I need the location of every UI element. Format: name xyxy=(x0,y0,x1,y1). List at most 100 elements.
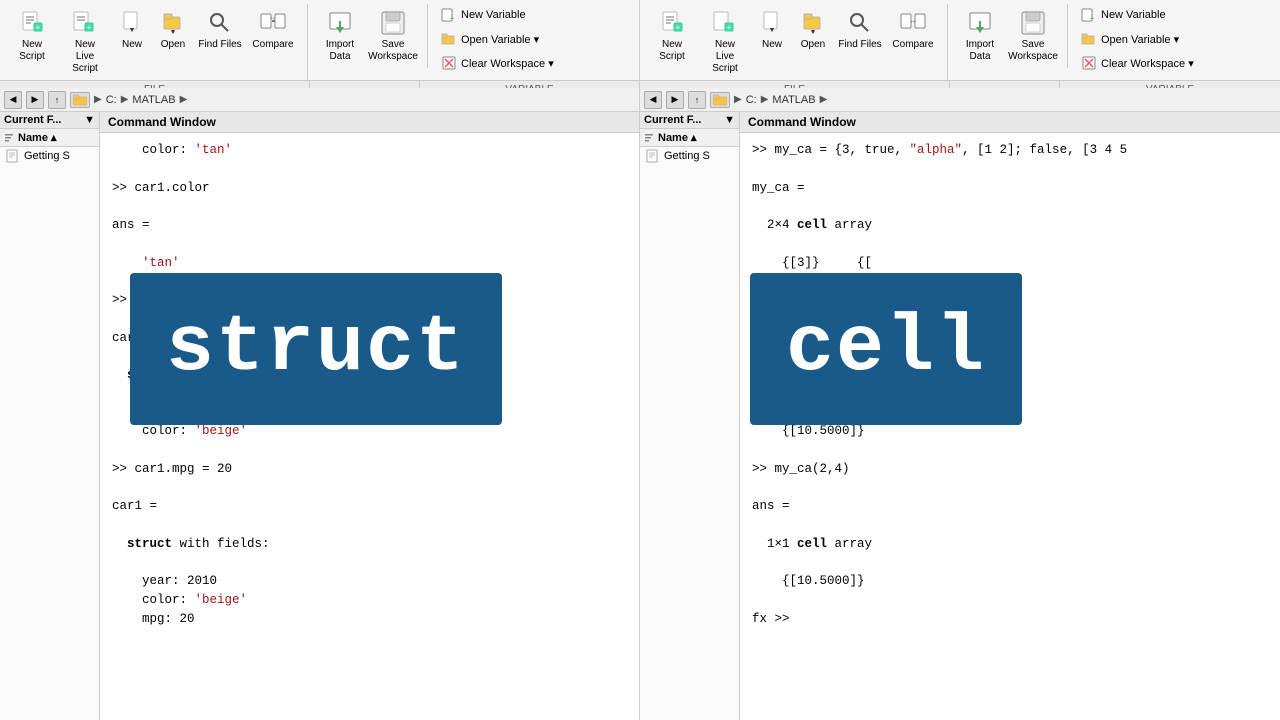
import-icon xyxy=(326,9,354,37)
new-live-script-button[interactable]: + NewLive Script xyxy=(59,4,111,80)
name-col-right: Name ▴ xyxy=(658,131,697,144)
variable-group-left: + New Variable Open Variable ▾ xyxy=(434,4,569,74)
cmd-line-r xyxy=(752,554,1268,573)
left-pane-top: Current F... ▼ Name ▴ Getting S xyxy=(0,112,639,720)
open-variable-button-r[interactable]: Open Variable ▾ xyxy=(1074,28,1201,50)
import-icon-r xyxy=(966,9,994,37)
right-sidebar-item-gettings[interactable]: Getting S xyxy=(640,147,739,165)
variable-stack-left: + New Variable Open Variable ▾ xyxy=(434,4,561,74)
clear-workspace-label: Clear Workspace ▾ xyxy=(461,57,554,70)
file-icon-left xyxy=(6,149,20,163)
open-button-r[interactable]: ▼ Open xyxy=(793,4,833,64)
name-col-left: Name ▴ xyxy=(18,131,57,144)
getting-started-right: Getting S xyxy=(664,150,710,162)
open-variable-label: Open Variable ▾ xyxy=(461,33,539,46)
open-variable-icon xyxy=(441,31,457,47)
left-cmd-header: Command Window xyxy=(100,112,639,133)
up-button-left[interactable]: ↑ xyxy=(48,91,66,109)
svg-text:↔: ↔ xyxy=(909,16,917,25)
sort-icon-right xyxy=(644,132,656,144)
left-cmd-content[interactable]: color: 'tan' >> car1.color ans = 'tan' >… xyxy=(100,133,639,720)
import-data-button-r[interactable]: ImportData xyxy=(954,4,1006,68)
cmd-line-r: 2×4 cell array xyxy=(752,216,1268,235)
new-live-script-button-r[interactable]: + NewLive Script xyxy=(699,4,751,80)
save-workspace-button[interactable]: Save Workspace xyxy=(367,4,419,68)
new-script-label: New Script xyxy=(9,39,55,63)
forward-button-left[interactable]: ▶ xyxy=(26,91,44,109)
open-variable-button[interactable]: Open Variable ▾ xyxy=(434,28,561,50)
cmd-line-r xyxy=(752,235,1268,254)
find-files-button[interactable]: Find Files xyxy=(194,4,246,64)
svg-text:+: + xyxy=(450,14,455,23)
back-button-left[interactable]: ◀ xyxy=(4,91,22,109)
left-sidebar-item-gettings[interactable]: Getting S xyxy=(0,147,99,165)
current-folder-title-left: Current F... xyxy=(4,114,61,126)
new-script-icon: + xyxy=(18,9,46,37)
new-variable-button[interactable]: + New Variable xyxy=(434,4,561,26)
right-sidebar-header: Current F... ▼ xyxy=(640,112,739,129)
right-command-window: Command Window >> my_ca = {3, true, "alp… xyxy=(740,112,1280,720)
main-area: Current F... ▼ Name ▴ Getting S xyxy=(0,112,1280,720)
clear-workspace-icon-r xyxy=(1081,55,1097,71)
right-sidebar: Current F... ▼ Name ▴ Getting S xyxy=(640,112,740,720)
path-arrow-left1: ▶ xyxy=(121,94,129,105)
cmd-line-r: {[10.5000]} xyxy=(752,422,1268,441)
new-button[interactable]: ▼ New xyxy=(112,4,152,64)
cmd-line-r xyxy=(752,441,1268,460)
compare-button-r[interactable]: ↔ Compare xyxy=(887,4,939,64)
variable-stack-right: + New Variable Open Variable ▾ xyxy=(1074,4,1201,74)
new-icon: ▼ xyxy=(118,9,146,37)
right-cmd-content[interactable]: >> my_ca = {3, true, "alpha", [1 2]; fal… xyxy=(740,133,1280,720)
cmd-line-r xyxy=(752,291,1268,310)
cmd-line-r: 1×1 cell array xyxy=(752,385,1268,404)
file-group-right: + NewScript + NewLive Script xyxy=(646,4,948,80)
file-icon-right xyxy=(646,149,660,163)
cmd-line: color: 'beige' xyxy=(112,422,627,441)
cmd-line: mpg: 20 xyxy=(112,610,627,629)
cmd-line-r xyxy=(752,404,1268,423)
clear-workspace-button-r[interactable]: Clear Workspace ▾ xyxy=(1074,52,1201,74)
svg-text:+: + xyxy=(676,23,681,32)
compare-button[interactable]: ↔ Compare xyxy=(247,4,299,64)
save-workspace-label: Save Workspace xyxy=(368,39,418,63)
sidebar-collapse-icon-left[interactable]: ▼ xyxy=(84,114,95,126)
cmd-line-r xyxy=(752,197,1268,216)
cmd-line xyxy=(112,197,627,216)
new-script-button[interactable]: + New Script xyxy=(6,4,58,68)
save-workspace-label-r: Save Workspace xyxy=(1008,39,1058,63)
cmd-line: struct with fields: xyxy=(112,535,627,554)
import-data-label-r: ImportData xyxy=(966,39,994,63)
open-button[interactable]: ▼ Open xyxy=(153,4,193,64)
new-button-r[interactable]: ▼ New xyxy=(752,4,792,64)
address-left: ◀ ▶ ↑ ▶ C: ▶ MATLAB ▶ xyxy=(0,88,640,111)
new-variable-button-r[interactable]: + New Variable xyxy=(1074,4,1201,26)
find-files-button-r[interactable]: Find Files xyxy=(834,4,886,64)
back-button-right[interactable]: ◀ xyxy=(644,91,662,109)
new-script-icon-r: + xyxy=(658,9,686,37)
save-workspace-button-r[interactable]: Save Workspace xyxy=(1007,4,1059,68)
cmd-line-r xyxy=(752,329,1268,348)
up-button-right[interactable]: ↑ xyxy=(688,91,706,109)
import-save-group-left: ImportData Save Workspace xyxy=(314,4,428,68)
new-icon-r: ▼ xyxy=(758,9,786,37)
import-data-button[interactable]: ImportData xyxy=(314,4,366,68)
cmd-line: 'tan' xyxy=(112,254,627,273)
right-pane: Current F... ▼ Name ▴ Getting S xyxy=(640,112,1280,720)
new-live-script-label: NewLive Script xyxy=(62,39,108,75)
cmd-line-r xyxy=(752,591,1268,610)
new-script-button-r[interactable]: + NewScript xyxy=(646,4,698,68)
clear-workspace-button[interactable]: Clear Workspace ▾ xyxy=(434,52,561,74)
toolbar-left-buttons: + New Script + xyxy=(0,0,639,80)
forward-button-right[interactable]: ▶ xyxy=(666,91,684,109)
sort-icon-left xyxy=(4,132,16,144)
cmd-line-r xyxy=(752,479,1268,498)
clear-workspace-icon xyxy=(441,55,457,71)
svg-text:▼: ▼ xyxy=(129,27,136,34)
svg-text:↔: ↔ xyxy=(270,15,276,21)
cmd-line xyxy=(112,479,627,498)
cmd-line-r: >> my_ca(8) xyxy=(752,310,1268,329)
open-label: Open xyxy=(161,39,185,51)
path-arrow-right2: ▶ xyxy=(820,94,828,105)
sidebar-collapse-icon-right[interactable]: ▼ xyxy=(724,114,735,126)
svg-text:+: + xyxy=(1090,14,1095,23)
